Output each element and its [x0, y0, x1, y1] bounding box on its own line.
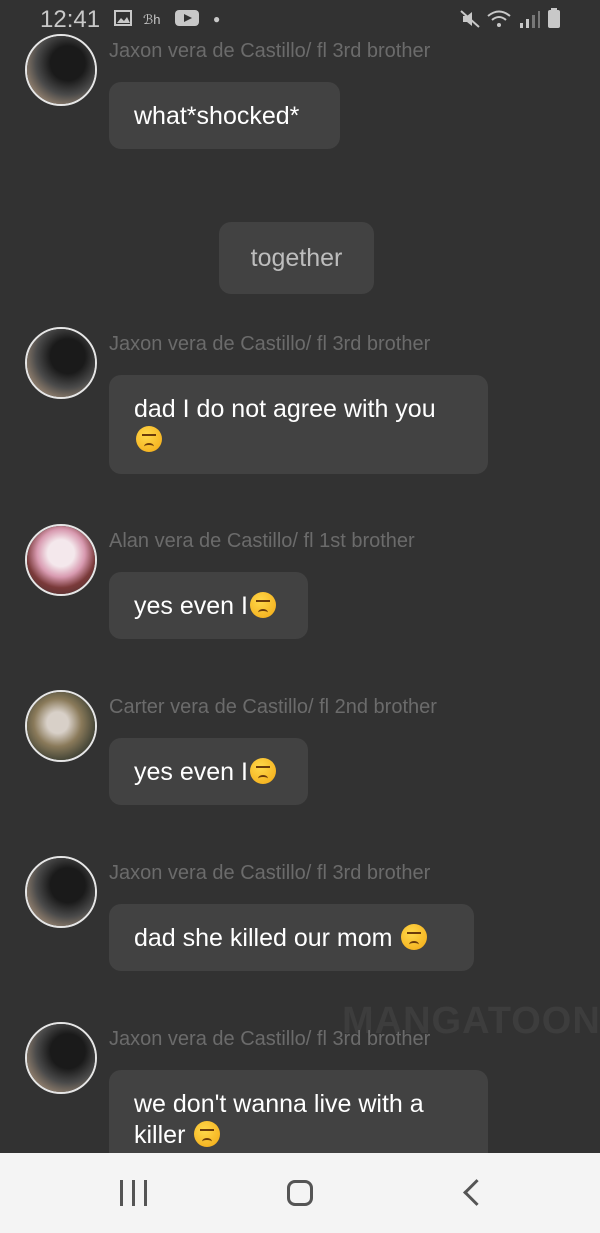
sender-name: Carter vera de Castillo/ fl 2nd brother: [109, 696, 437, 718]
status-bar: 12:41 ℬh ●: [0, 0, 600, 40]
image-icon: [114, 10, 132, 31]
message-text: what*shocked*: [134, 102, 300, 130]
narration-text: together: [250, 243, 343, 272]
home-icon[interactable]: [287, 1180, 313, 1206]
message-text: dad she killed our mom: [134, 924, 400, 952]
angry-emoji-icon: [136, 426, 162, 452]
sender-name: Jaxon vera de Castillo/ fl 3rd brother: [109, 333, 431, 355]
angry-emoji-icon: [194, 1121, 221, 1147]
narration-bubble[interactable]: together: [219, 222, 374, 294]
angry-emoji-icon: [401, 924, 428, 950]
back-icon[interactable]: [463, 1179, 490, 1206]
status-time: 12:41: [40, 6, 101, 33]
navigation-bar: [0, 1153, 600, 1233]
message-bubble[interactable]: dad I do not agree with you: [109, 375, 488, 474]
avatar-jaxon[interactable]: [25, 34, 97, 106]
message-text-line2: killer: [134, 1121, 193, 1149]
youtube-icon: [175, 10, 199, 31]
avatar-jaxon[interactable]: [25, 327, 97, 399]
message-text: we don't wanna live with a: [134, 1090, 424, 1118]
wifi-icon: [487, 10, 511, 33]
avatar-alan[interactable]: [25, 524, 97, 596]
mute-icon: [460, 10, 480, 33]
message-text: yes even I: [134, 758, 248, 786]
sender-name: Jaxon vera de Castillo/ fl 3rd brother: [109, 862, 431, 884]
angry-emoji-icon: [249, 592, 276, 618]
sender-name: Jaxon vera de Castillo/ fl 3rd brother: [109, 1028, 431, 1050]
angry-emoji-icon: [249, 758, 276, 784]
sender-name: Jaxon vera de Castillo/ fl 3rd brother: [109, 40, 431, 62]
avatar-jaxon[interactable]: [25, 1022, 97, 1094]
recents-icon[interactable]: [120, 1180, 148, 1206]
signal-icon: [518, 10, 540, 33]
chat-screen: 12:41 ℬh ● Jaxon vera de Castillo/ fl 3r…: [0, 0, 600, 1233]
message-bubble[interactable]: dad she killed our mom: [109, 904, 474, 971]
message-text: dad I do not agree with you: [134, 395, 436, 423]
message-text: yes even I: [134, 592, 248, 620]
message-bubble[interactable]: yes even I: [109, 738, 308, 805]
avatar-jaxon[interactable]: [25, 856, 97, 928]
message-bubble[interactable]: what*shocked*: [109, 82, 340, 149]
translate-icon: ℬh: [143, 12, 161, 27]
avatar-carter[interactable]: [25, 690, 97, 762]
message-bubble[interactable]: yes even I: [109, 572, 308, 639]
sender-name: Alan vera de Castillo/ fl 1st brother: [109, 530, 415, 552]
dot-icon: ●: [213, 12, 221, 26]
battery-icon: [548, 8, 560, 33]
